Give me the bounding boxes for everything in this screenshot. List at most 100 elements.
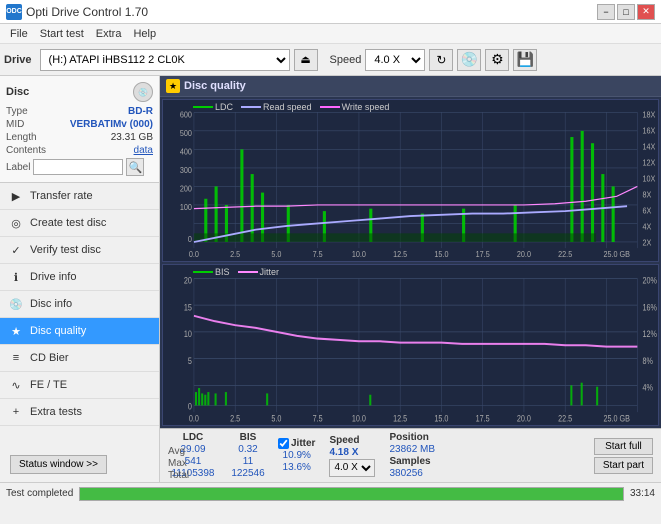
sidebar-item-fe-te[interactable]: ∿ FE / TE (0, 372, 159, 399)
sidebar-item-drive-info[interactable]: ℹ Drive info (0, 264, 159, 291)
menu-file[interactable]: File (4, 27, 34, 41)
svg-text:600: 600 (180, 110, 193, 120)
legend-bis: BIS (193, 267, 230, 277)
svg-text:12.5: 12.5 (393, 412, 407, 423)
speed-select[interactable]: 4.0 X (365, 49, 425, 71)
sidebar-item-label: FE / TE (30, 379, 67, 391)
disc-quality-icon: ★ (8, 323, 24, 339)
sidebar-item-label: Extra tests (30, 406, 82, 418)
chart2-svg: 20 15 10 5 0 20% 16% 12% 8% 4% 0.0 2.5 5… (163, 265, 658, 426)
disc-label-row: Label 🔍 (6, 158, 153, 176)
maximize-button[interactable]: □ (617, 4, 635, 20)
refresh-button[interactable]: ↻ (429, 49, 453, 71)
bis-total-val: 122546 (228, 468, 268, 479)
progress-bar-container (79, 487, 624, 501)
sidebar-item-disc-info[interactable]: 💿 Disc info (0, 291, 159, 318)
settings-icon-btn[interactable]: ⚙ (485, 49, 509, 71)
status-text: Test completed (6, 488, 73, 499)
drive-info-icon: ℹ (8, 269, 24, 285)
disc-quality-title: Disc quality (184, 80, 246, 92)
svg-text:20%: 20% (643, 274, 658, 285)
legend-ldc-label: LDC (215, 102, 233, 112)
sidebar: Disc 💿 Type BD-R MID VERBATIMv (000) Len… (0, 76, 160, 482)
sidebar-item-disc-quality[interactable]: ★ Disc quality (0, 318, 159, 345)
sidebar-item-label: Disc info (30, 298, 72, 310)
disc-mid-label: MID (6, 119, 24, 130)
disc-contents-value[interactable]: data (134, 145, 153, 156)
disc-label-key: Label (6, 162, 30, 173)
status-bar: Test completed 33:14 (0, 482, 661, 504)
start-part-button[interactable]: Start part (594, 457, 653, 474)
sidebar-item-cd-bier[interactable]: ≡ CD Bier (0, 345, 159, 372)
disc-header: Disc 💿 (6, 82, 153, 102)
speed-select-stats[interactable]: 4.0 X (329, 459, 375, 477)
title-bar-left: ODC Opti Drive Control 1.70 (6, 4, 148, 20)
disc-contents-row: Contents data (6, 145, 153, 156)
sidebar-item-extra-tests[interactable]: + Extra tests (0, 399, 159, 426)
toolbar: Drive (H:) ATAPI iHBS112 2 CL0K ⏏ Speed … (0, 44, 661, 76)
legend-jitter-color (238, 271, 258, 273)
disc-icon-btn[interactable]: 💿 (457, 49, 481, 71)
disc-quality-header-icon: ★ (166, 79, 180, 93)
start-full-button[interactable]: Start full (594, 438, 653, 455)
svg-text:10.0: 10.0 (352, 249, 367, 259)
menu-extra[interactable]: Extra (90, 27, 128, 41)
svg-text:400: 400 (180, 147, 193, 157)
svg-text:0: 0 (188, 400, 192, 411)
eject-button[interactable]: ⏏ (294, 49, 318, 71)
disc-type-value: BD-R (128, 106, 153, 117)
legend-ldc-color (193, 106, 213, 108)
svg-text:200: 200 (180, 184, 193, 194)
legend-jitter: Jitter (238, 267, 280, 277)
disc-type-row: Type BD-R (6, 106, 153, 117)
sidebar-item-transfer-rate[interactable]: ▶ Transfer rate (0, 183, 159, 210)
sidebar-item-verify-test-disc[interactable]: ✓ Verify test disc (0, 237, 159, 264)
svg-text:20: 20 (184, 274, 192, 285)
jitter-avg-val: 10.9% (278, 450, 315, 461)
disc-contents-label: Contents (6, 145, 46, 156)
sidebar-item-label: Create test disc (30, 217, 106, 229)
status-window-button[interactable]: Status window >> (10, 455, 107, 474)
verify-disc-icon: ✓ (8, 242, 24, 258)
svg-text:4X: 4X (643, 222, 652, 232)
samples-val: 380256 (389, 468, 435, 479)
drive-select[interactable]: (H:) ATAPI iHBS112 2 CL0K (40, 49, 290, 71)
create-disc-icon: ◎ (8, 215, 24, 231)
chart-ldc: LDC Read speed Write speed (162, 99, 659, 262)
sidebar-item-create-test-disc[interactable]: ◎ Create test disc (0, 210, 159, 237)
svg-text:2.5: 2.5 (230, 249, 241, 259)
menu-help[interactable]: Help (127, 27, 162, 41)
sidebar-item-label: Disc quality (30, 325, 86, 337)
svg-text:25.0 GB: 25.0 GB (604, 412, 631, 423)
disc-label-input[interactable] (33, 159, 123, 175)
svg-text:7.5: 7.5 (313, 412, 323, 423)
transfer-rate-icon: ▶ (8, 188, 24, 204)
svg-text:12.5: 12.5 (393, 249, 408, 259)
menu-start-test[interactable]: Start test (34, 27, 90, 41)
bis-max-val: 11 (228, 456, 268, 467)
svg-text:5.0: 5.0 (271, 249, 282, 259)
save-icon-btn[interactable]: 💾 (513, 49, 537, 71)
svg-text:22.5: 22.5 (558, 412, 572, 423)
minimize-button[interactable]: − (597, 4, 615, 20)
disc-mid-value: VERBATIMv (000) (70, 119, 153, 130)
jitter-checkbox[interactable] (278, 438, 289, 449)
progress-bar-fill (80, 488, 623, 500)
disc-info-icon: 💿 (8, 296, 24, 312)
svg-text:500: 500 (180, 128, 193, 138)
svg-text:10X: 10X (643, 174, 656, 184)
extra-tests-icon: + (8, 404, 24, 420)
app-icon: ODC (6, 4, 22, 20)
close-button[interactable]: ✕ (637, 4, 655, 20)
fe-te-icon: ∿ (8, 377, 24, 393)
charts-container: LDC Read speed Write speed (160, 97, 661, 428)
disc-label-btn[interactable]: 🔍 (126, 158, 144, 176)
svg-text:17.5: 17.5 (476, 249, 491, 259)
svg-text:5: 5 (188, 355, 192, 366)
speed-avg-val: 4.18 X (329, 447, 375, 458)
legend-write-color (320, 106, 340, 108)
disc-panel-icon[interactable]: 💿 (133, 82, 153, 102)
speed-label: Speed (330, 54, 362, 66)
nav-list: ▶ Transfer rate ◎ Create test disc ✓ Ver… (0, 183, 159, 426)
svg-text:20.0: 20.0 (517, 412, 531, 423)
